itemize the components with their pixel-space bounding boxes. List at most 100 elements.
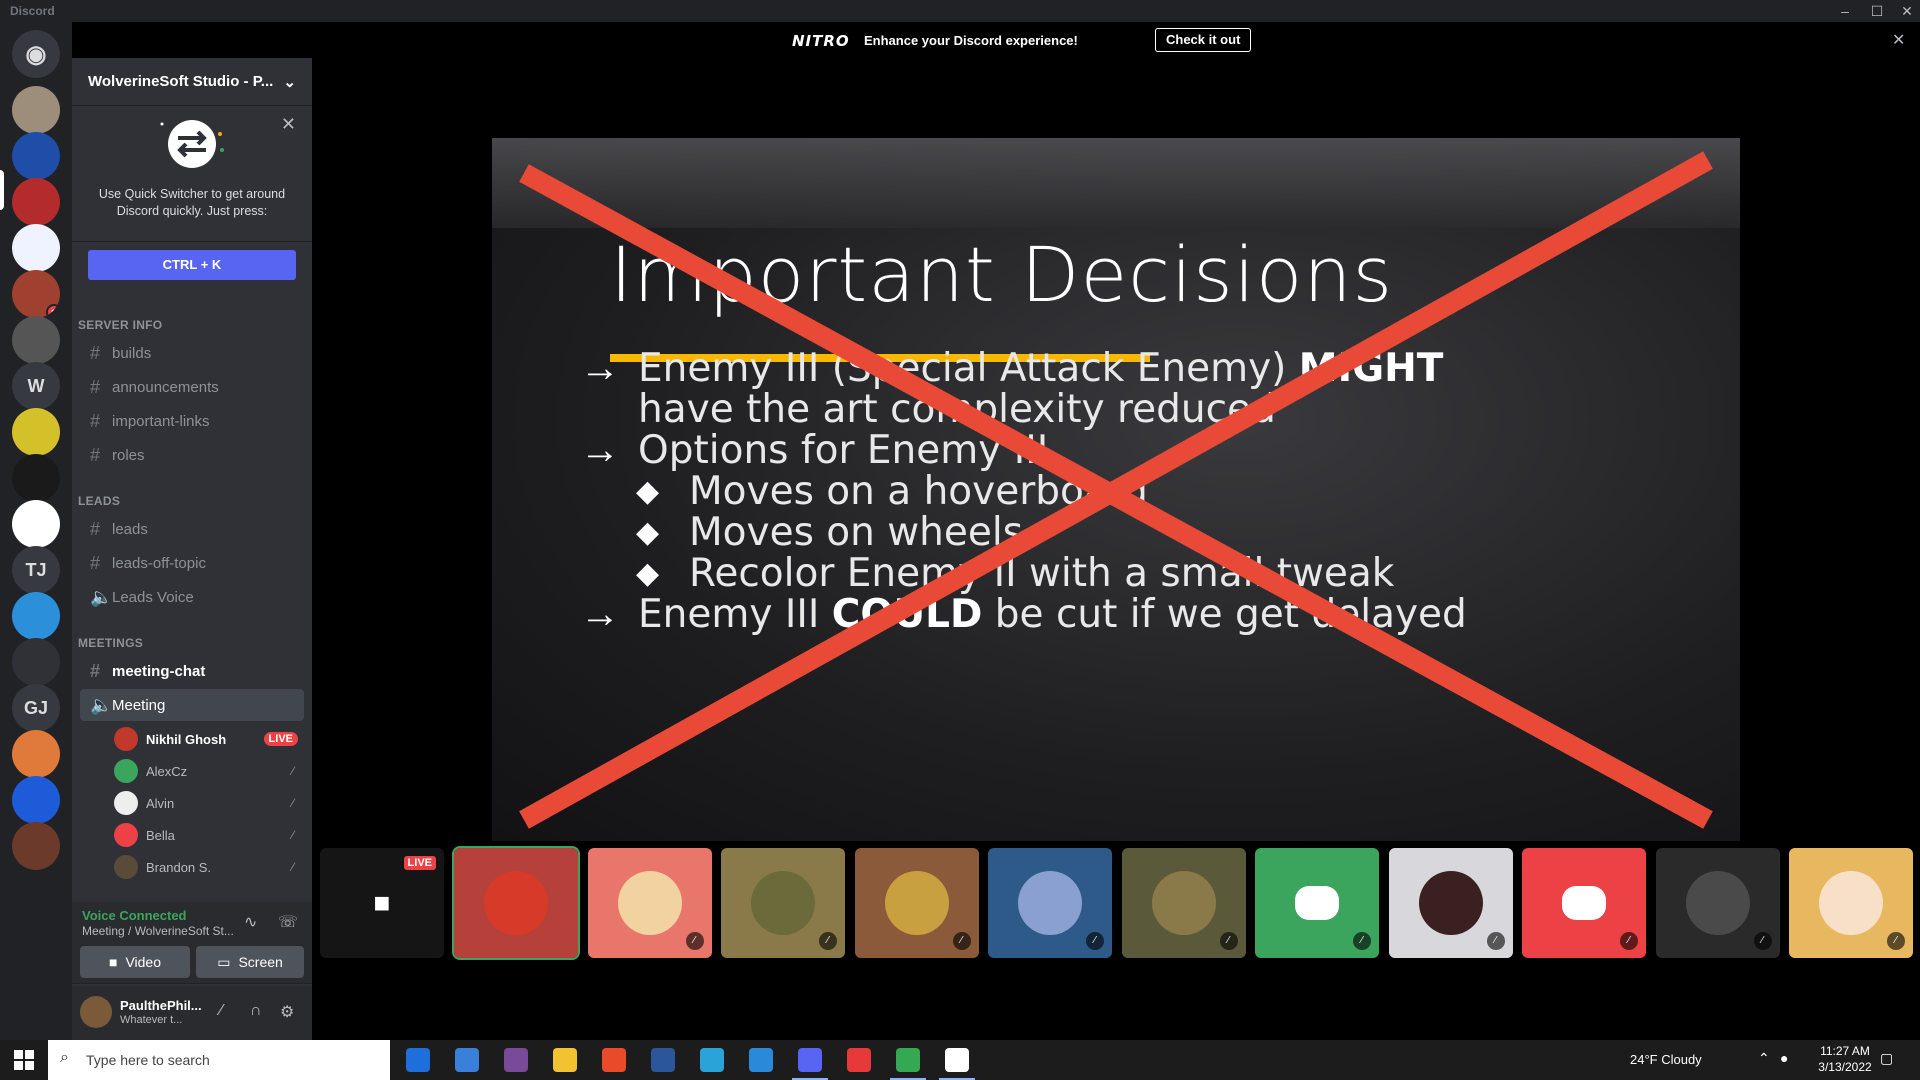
participant-tile-spiderman[interactable] — [452, 846, 580, 960]
voice-user-name: Brandon S. — [146, 859, 212, 875]
channel-builds[interactable]: # builds — [80, 337, 304, 369]
edge-icon[interactable] — [700, 1048, 724, 1072]
participant-avatar — [1418, 871, 1483, 935]
speaker-icon: 🔈 — [90, 586, 113, 607]
voice-user-bella[interactable]: Bella ⁄ — [114, 821, 304, 849]
search-placeholder: Type here to search — [86, 1052, 210, 1068]
server-icon-controller-server[interactable] — [12, 638, 60, 686]
server-icon-gj-server[interactable]: GJ — [12, 684, 60, 732]
discord-icon[interactable] — [792, 1048, 828, 1080]
vscode-icon[interactable] — [749, 1048, 773, 1072]
voice-user-alvin[interactable]: Alvin ⁄ — [114, 789, 304, 817]
stream-preview-tile[interactable]: LIVE ■ — [320, 848, 444, 958]
voice-channel-leads-voice[interactable]: 🔈 Leads Voice — [80, 581, 304, 613]
clock[interactable]: 11:27 AM 3/13/2022 — [1810, 1043, 1880, 1075]
participant-tile-helmet[interactable]: ⁄ — [1388, 848, 1513, 958]
mic-muted-icon[interactable]: ⁄ — [220, 1002, 223, 1020]
server-icon-gold-server[interactable] — [12, 408, 60, 456]
server-icon-m-server[interactable] — [12, 776, 60, 824]
office-icon[interactable] — [602, 1048, 626, 1072]
windows-taskbar: ⌕ Type here to search 24°F Cloudy ⌃ ● 11… — [0, 1040, 1920, 1080]
disconnect-icon[interactable]: ☏ — [278, 912, 298, 932]
voice-channel-meeting[interactable]: 🔈 Meeting — [80, 689, 304, 721]
server-header[interactable]: WolverineSoft Studio - P... ⌄ — [72, 58, 312, 106]
category-server-info[interactable]: SERVER INFO — [78, 318, 162, 332]
participant-tile-discord-green[interactable]: ⁄ — [1255, 848, 1379, 958]
notification-icon[interactable]: ▢ — [1880, 1050, 1893, 1067]
windows-start-icon[interactable] — [14, 1050, 34, 1070]
participant-tile-warrior[interactable]: ⁄ — [721, 848, 845, 958]
server-icon-yin-yang-server[interactable] — [12, 132, 60, 180]
gear-icon[interactable]: ⚙ — [280, 1002, 294, 1022]
server-icon-w-server[interactable]: W — [12, 362, 60, 410]
voice-user-brandon[interactable]: Brandon S. ⁄ — [114, 853, 304, 881]
taskbar-search[interactable]: ⌕ Type here to search — [48, 1040, 390, 1080]
close-icon[interactable]: ✕ — [1892, 30, 1905, 50]
mic-muted-icon: ⁄ — [291, 828, 294, 842]
noise-suppression-icon[interactable]: ∿ — [244, 912, 257, 932]
avatar[interactable] — [80, 996, 112, 1028]
mail-icon[interactable] — [455, 1048, 479, 1072]
maximize-button[interactable]: ☐ — [1864, 0, 1890, 22]
server-icon-sunglasses-server[interactable]: 2 — [12, 270, 60, 318]
voice-channel-path: Meeting / WolverineSoft St... — [82, 924, 234, 938]
chrome-icon[interactable] — [890, 1048, 926, 1080]
file-explorer-icon[interactable] — [553, 1048, 577, 1072]
server-icon-flag-server[interactable] — [12, 500, 60, 548]
unity-icon[interactable] — [939, 1048, 975, 1080]
ctrl-k-button[interactable]: CTRL + K — [88, 250, 296, 280]
voice-status[interactable]: Voice Connected — [82, 908, 187, 923]
participant-tile-redhead[interactable]: ⁄ — [1121, 848, 1246, 958]
screen-share-button[interactable]: ▭ Screen — [196, 946, 304, 978]
server-icon-robot-server[interactable] — [12, 592, 60, 640]
hash-icon: # — [90, 342, 101, 363]
server-icon-fox-server[interactable] — [12, 86, 60, 134]
server-icon-skull-server[interactable] — [12, 454, 60, 502]
nitro-check-button[interactable]: Check it out — [1155, 28, 1252, 52]
word-icon[interactable] — [651, 1048, 675, 1072]
voice-user-alexcz[interactable]: AlexCz ⁄ — [114, 757, 304, 785]
microphone-icon[interactable]: ● — [1780, 1050, 1788, 1066]
calculator-icon[interactable] — [406, 1048, 430, 1072]
server-icon-knot-server[interactable] — [12, 224, 60, 272]
video-button[interactable]: ■ Video — [80, 946, 190, 978]
channel-meeting-chat[interactable]: # meeting-chat — [80, 655, 304, 687]
screen-label: Screen — [238, 954, 283, 970]
weather-widget[interactable]: 24°F Cloudy — [1630, 1052, 1702, 1067]
close-window-button[interactable]: ✕ — [1894, 0, 1920, 22]
participant-tile-chicken[interactable]: ⁄ — [587, 848, 712, 958]
channel-important-links[interactable]: # important-links — [80, 405, 304, 437]
user-status: Whatever t... — [120, 1014, 183, 1026]
channel-roles[interactable]: # roles — [80, 439, 304, 471]
participant-tile-dark[interactable]: ⁄ — [1655, 848, 1780, 958]
server-icon-arcade-server[interactable] — [12, 316, 60, 364]
shared-screen-slide[interactable]: Important Decisions → Enemy III (Special… — [492, 138, 1740, 841]
channel-announcements[interactable]: # announcements — [80, 371, 304, 403]
server-icon-home[interactable]: ◉ — [12, 30, 60, 78]
hash-icon: # — [90, 518, 101, 539]
participant-tile-girl[interactable]: ⁄ — [1789, 848, 1913, 958]
server-icon-wolverinesoft-server[interactable] — [12, 178, 60, 226]
hash-icon: # — [90, 410, 101, 431]
minimize-button[interactable]: – — [1832, 0, 1858, 22]
channel-leads-off-topic[interactable]: # leads-off-topic — [80, 547, 304, 579]
swap-arrows-icon — [160, 120, 224, 168]
participant-tile-discord-red[interactable]: ⁄ — [1522, 848, 1646, 958]
itunes-icon[interactable] — [847, 1048, 871, 1072]
mic-muted-icon: ⁄ — [1219, 932, 1238, 950]
headphones-icon[interactable]: ∩ — [250, 1002, 262, 1020]
server-icon-bloom-server[interactable] — [12, 822, 60, 870]
category-leads[interactable]: LEADS — [78, 494, 120, 508]
category-meetings[interactable]: MEETINGS — [78, 636, 143, 650]
github-desktop-icon[interactable] — [504, 1048, 528, 1072]
video-camera-icon: ■ — [373, 887, 391, 918]
server-icon-book-server[interactable] — [12, 730, 60, 778]
voice-user-nikhil[interactable]: Nikhil Ghosh LIVE — [114, 725, 304, 753]
close-tip-icon[interactable]: ✕ — [281, 114, 296, 135]
server-icon-tj-server[interactable]: TJ — [12, 546, 60, 594]
chevron-up-icon[interactable]: ⌃ — [1758, 1050, 1770, 1067]
participant-tile-planet[interactable]: ⁄ — [988, 848, 1112, 958]
channel-leads[interactable]: # leads — [80, 513, 304, 545]
participant-tile-colorful[interactable]: ⁄ — [854, 848, 979, 958]
hash-icon: # — [90, 376, 101, 397]
